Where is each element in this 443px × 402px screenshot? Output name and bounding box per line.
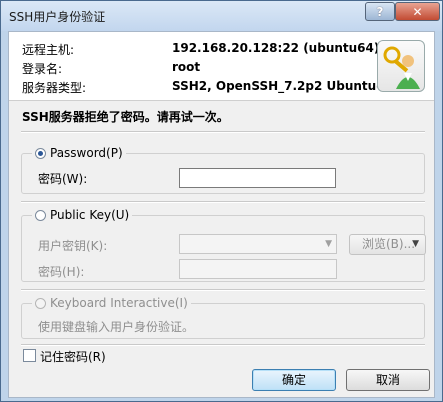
server-type-value: SSH2, OpenSSH_7.2p2 Ubuntu-4ub [172, 79, 384, 93]
user-key-icon [377, 40, 425, 92]
server-type-label: 服务器类型: [22, 81, 87, 95]
login-value: root [172, 60, 201, 74]
divider [21, 344, 425, 346]
host-value: 192.168.20.128:22 (ubuntu64) [172, 41, 380, 55]
keyboard-radio[interactable] [35, 297, 46, 309]
password-option[interactable]: Password(P) [32, 146, 126, 160]
password-option-label: Password(P) [50, 146, 123, 160]
title-bar[interactable]: SSH用户身份验证 ? ✕ [1, 1, 442, 31]
cancel-button-label: 取消 [375, 373, 400, 387]
keyboard-description: 使用键盘输入用户身份验证。 [38, 320, 195, 334]
password-field-label: 密码(W): [38, 172, 88, 186]
window-title: SSH用户身份验证 [9, 10, 106, 24]
user-key-label: 用户密钥(K): [38, 239, 108, 253]
help-button[interactable]: ? [365, 2, 395, 21]
help-icon: ? [376, 5, 384, 19]
divider [21, 131, 425, 133]
error-message: SSH服务器拒绝了密码。请再试一次。 [22, 110, 229, 124]
remember-password-label: 记住密码(R) [40, 350, 106, 364]
passphrase-input[interactable] [179, 259, 337, 279]
chevron-down-icon: ▼ [325, 239, 332, 249]
keyboard-option[interactable]: Keyboard Interactive(I) [32, 296, 191, 310]
password-radio[interactable] [35, 147, 46, 159]
browse-button[interactable]: 浏览(B)... ▼ [349, 234, 426, 255]
publickey-group: Public Key(U) 用户密钥(K): ▼ 浏览(B)... ▼ 密码(H… [21, 208, 426, 282]
password-group: Password(P) 密码(W): [21, 146, 425, 194]
ok-button-label: 确定 [281, 373, 306, 387]
close-button[interactable]: ✕ [395, 2, 440, 21]
user-key-dropdown[interactable]: ▼ [179, 234, 337, 254]
divider [21, 201, 425, 203]
login-label: 登录名: [22, 62, 63, 76]
ok-button[interactable]: 确定 [252, 369, 336, 391]
keyboard-group: Keyboard Interactive(I) 使用键盘输入用户身份验证。 [21, 296, 425, 339]
auth-dialog: SSH用户身份验证 ? ✕ 远程主机: 192.168.20.128:22 (u… [0, 0, 443, 402]
publickey-option[interactable]: Public Key(U) [32, 208, 133, 222]
browse-button-label: 浏览(B)... [362, 237, 416, 251]
remember-password-checkbox[interactable] [23, 349, 36, 362]
close-icon: ✕ [412, 5, 423, 19]
divider [21, 289, 425, 291]
connection-info-panel: 远程主机: 192.168.20.128:22 (ubuntu64) 登录名: … [9, 32, 434, 101]
password-input[interactable] [179, 168, 336, 188]
cancel-button[interactable]: 取消 [346, 369, 430, 391]
dialog-body: 远程主机: 192.168.20.128:22 (ubuntu64) 登录名: … [8, 31, 435, 398]
passphrase-label: 密码(H): [38, 265, 85, 279]
dropdown-arrow-icon: ▼ [412, 239, 419, 249]
host-label: 远程主机: [22, 43, 75, 57]
publickey-radio[interactable] [35, 209, 46, 221]
publickey-option-label: Public Key(U) [50, 208, 130, 222]
keyboard-option-label: Keyboard Interactive(I) [50, 296, 188, 310]
